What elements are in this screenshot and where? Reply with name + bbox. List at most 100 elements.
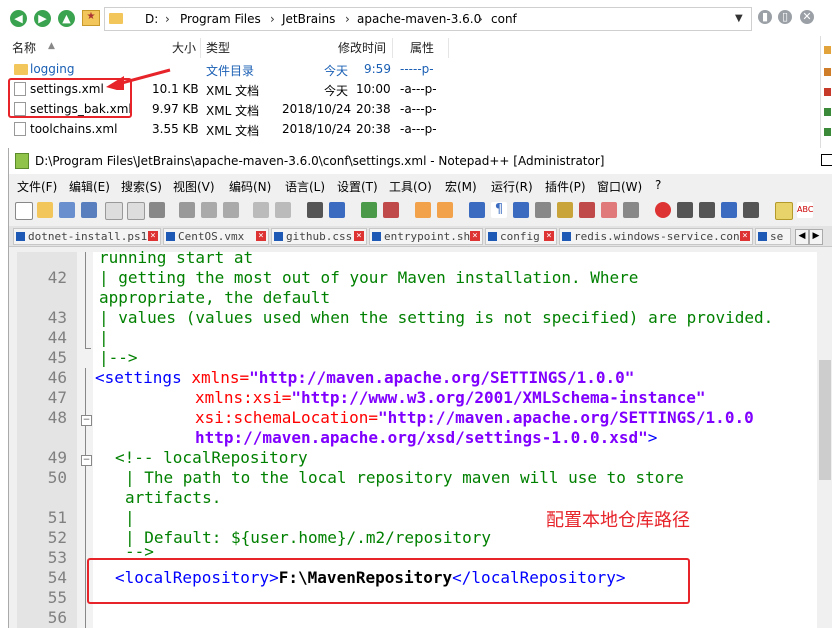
file-explorer-window: ◀ ▶ ▲ ★ D: › Program Files › JetBrains ›… bbox=[0, 0, 832, 148]
tab-file[interactable]: se bbox=[755, 228, 791, 245]
save-icon[interactable] bbox=[59, 202, 75, 218]
address-segment[interactable]: JetBrains bbox=[282, 8, 335, 30]
tab-file[interactable]: dotnet-install.ps1 × bbox=[13, 228, 161, 245]
run-macro-multiple-icon[interactable] bbox=[721, 202, 737, 218]
tab-file[interactable]: redis.windows-service.conf × bbox=[559, 228, 753, 245]
file-date: 2018/10/24 bbox=[282, 122, 352, 136]
maximize-icon[interactable] bbox=[821, 154, 832, 166]
close-tab-icon[interactable]: × bbox=[148, 231, 158, 241]
udl-icon[interactable] bbox=[535, 202, 551, 218]
print-icon[interactable] bbox=[149, 202, 165, 218]
line-number: 44 bbox=[47, 328, 67, 347]
sync-vertical-icon[interactable] bbox=[415, 202, 431, 218]
tab-bar: dotnet-install.ps1 × CentOS.vmx × github.c… bbox=[9, 226, 832, 247]
file-time: 20:38 bbox=[356, 102, 391, 116]
new-file-icon[interactable] bbox=[15, 202, 33, 220]
menu-settings[interactable]: 设置(T) bbox=[337, 178, 378, 195]
folder-workspace-icon[interactable] bbox=[601, 202, 617, 218]
folder-icon bbox=[14, 64, 28, 75]
close-tab-icon[interactable]: × bbox=[740, 231, 750, 241]
close-icon[interactable]: ✕ bbox=[800, 10, 814, 24]
code-comment: | Default: ${user.home}/.m2/repository bbox=[125, 528, 492, 547]
file-name[interactable]: toolchains.xml bbox=[30, 122, 117, 136]
spellcheck-icon[interactable]: ABC bbox=[797, 202, 813, 218]
menu-view[interactable]: 视图(V) bbox=[173, 178, 215, 195]
back-icon[interactable]: ◀ bbox=[10, 10, 27, 27]
tab-scroll-right-icon[interactable]: ▶ bbox=[809, 229, 823, 245]
file-attributes: -a---p- bbox=[400, 102, 437, 116]
tab-file[interactable]: entrypoint.sh × bbox=[369, 228, 483, 245]
address-segment[interactable]: D: bbox=[145, 8, 158, 30]
window-title: D:\Program Files\JetBrains\apache-maven-… bbox=[35, 154, 605, 168]
menu-tools[interactable]: 工具(O) bbox=[389, 178, 432, 195]
address-segment[interactable]: Program Files bbox=[180, 8, 261, 30]
tab-scroll-left-icon[interactable]: ◀ bbox=[795, 229, 809, 245]
code-comment: |--> bbox=[99, 348, 138, 367]
cut-icon[interactable] bbox=[179, 202, 195, 218]
tab-file[interactable]: config × bbox=[485, 228, 557, 245]
show-all-chars-icon[interactable]: ¶ bbox=[491, 202, 507, 218]
menu-macro[interactable]: 宏(M) bbox=[445, 178, 477, 195]
line-number: 43 bbox=[47, 308, 67, 327]
fold-toggle-icon[interactable]: − bbox=[81, 455, 92, 466]
fold-toggle-icon[interactable]: − bbox=[81, 415, 92, 426]
column-size[interactable]: 大小 bbox=[172, 39, 196, 56]
close-tab-icon[interactable]: × bbox=[470, 231, 480, 241]
column-modified[interactable]: 修改时间 bbox=[338, 39, 386, 56]
doc-map-icon[interactable] bbox=[557, 202, 573, 218]
undo-icon[interactable] bbox=[253, 202, 269, 218]
record-macro-icon[interactable] bbox=[655, 202, 671, 218]
file-row[interactable]: toolchains.xml 3.55 KB XML 文档 2018/10/24… bbox=[0, 120, 820, 140]
close-tab-icon[interactable]: × bbox=[354, 231, 364, 241]
menu-plugins[interactable]: 插件(P) bbox=[545, 178, 586, 195]
scrollbar-thumb[interactable] bbox=[819, 360, 831, 480]
address-bar[interactable]: D: › Program Files › JetBrains › apache-… bbox=[104, 7, 752, 31]
save-all-icon[interactable] bbox=[81, 202, 97, 218]
function-list-icon[interactable] bbox=[579, 202, 595, 218]
zoom-out-icon[interactable] bbox=[383, 202, 399, 218]
close-tab-icon[interactable]: × bbox=[256, 231, 266, 241]
menu-search[interactable]: 搜索(S) bbox=[121, 178, 162, 195]
indent-guide-icon[interactable] bbox=[513, 202, 529, 218]
file-name[interactable]: logging bbox=[30, 62, 74, 76]
word-wrap-icon[interactable] bbox=[469, 202, 485, 218]
address-segment[interactable]: apache-maven-3.6.0 bbox=[357, 8, 481, 30]
replace-icon[interactable] bbox=[329, 202, 345, 218]
close-all-icon[interactable] bbox=[127, 202, 145, 220]
file-attributes: -----p- bbox=[400, 62, 434, 76]
play-macro-icon[interactable] bbox=[699, 202, 715, 218]
sync-horizontal-icon[interactable] bbox=[437, 202, 453, 218]
paste-icon[interactable] bbox=[223, 202, 239, 218]
refresh-icon[interactable]: ▮ bbox=[758, 10, 772, 24]
save-macro-icon[interactable] bbox=[743, 202, 759, 218]
tab-file[interactable]: CentOS.vmx × bbox=[163, 228, 269, 245]
stop-macro-icon[interactable] bbox=[677, 202, 693, 218]
menu-language[interactable]: 语言(L) bbox=[285, 178, 325, 195]
menu-encoding[interactable]: 编码(N) bbox=[229, 178, 271, 195]
tab-file[interactable]: github.css × bbox=[271, 228, 367, 245]
menu-window[interactable]: 窗口(W) bbox=[597, 178, 642, 195]
redo-icon[interactable] bbox=[275, 202, 291, 218]
column-attributes[interactable]: 属性 bbox=[410, 39, 434, 56]
view-icon[interactable]: ▯ bbox=[778, 10, 792, 24]
close-tab-icon[interactable]: × bbox=[544, 231, 554, 241]
favorites-star-icon[interactable]: ★ bbox=[82, 10, 100, 26]
column-name[interactable]: 名称 bbox=[12, 39, 36, 56]
menu-edit[interactable]: 编辑(E) bbox=[69, 178, 110, 195]
menu-help[interactable]: ? bbox=[655, 178, 661, 192]
open-file-icon[interactable] bbox=[37, 202, 53, 218]
address-segment[interactable]: conf bbox=[491, 8, 517, 30]
close-file-icon[interactable] bbox=[105, 202, 123, 220]
find-icon[interactable] bbox=[307, 202, 323, 218]
line-number: 54 bbox=[47, 568, 67, 587]
up-icon[interactable]: ▲ bbox=[58, 10, 75, 27]
chevron-down-icon[interactable]: ▼ bbox=[735, 8, 743, 30]
menu-run[interactable]: 运行(R) bbox=[491, 178, 533, 195]
plugin-icon[interactable] bbox=[775, 202, 793, 220]
copy-icon[interactable] bbox=[201, 202, 217, 218]
forward-icon[interactable]: ▶ bbox=[34, 10, 51, 27]
column-type[interactable]: 类型 bbox=[206, 39, 230, 56]
menu-file[interactable]: 文件(F) bbox=[17, 178, 57, 195]
monitoring-icon[interactable] bbox=[623, 202, 639, 218]
zoom-in-icon[interactable] bbox=[361, 202, 377, 218]
